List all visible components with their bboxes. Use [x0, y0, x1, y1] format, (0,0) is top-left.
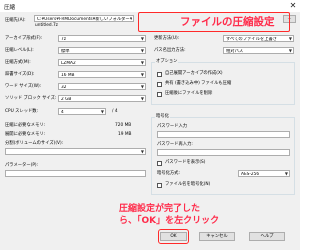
solid-label: ソリッド ブロック サイズ:	[5, 96, 57, 101]
format-value: 7z	[61, 36, 66, 42]
params-label: パラメーター(P):	[5, 163, 39, 168]
level-label: 圧縮レベル(L):	[5, 48, 34, 53]
chevron-down-icon: ▼	[100, 109, 104, 114]
enc-method-select[interactable]: AES-256 ▼	[238, 170, 290, 177]
chevron-down-icon: ▼	[140, 96, 144, 101]
show-password-label: パスワードを表示(S)	[165, 160, 206, 165]
mem-decompress-label: 展開に必要なメモリ:	[5, 132, 46, 137]
cancel-button[interactable]: キャンセル	[199, 232, 235, 241]
threads-max: / 4	[112, 109, 118, 114]
word-label: ワード サイズ(W):	[5, 84, 42, 89]
chevron-down-icon: ▼	[284, 171, 288, 176]
window-title: 圧縮	[4, 5, 16, 11]
annotation-note-line1: 圧縮設定が完了した	[119, 204, 201, 214]
password-confirm-input[interactable]	[157, 149, 290, 156]
password-label: パスワード入力	[157, 124, 188, 129]
close-icon[interactable]: ✕	[288, 1, 298, 11]
encryption-title: 暗号化	[155, 114, 170, 120]
sfx-checkbox[interactable]	[157, 72, 162, 77]
chevron-down-icon: ▼	[140, 149, 144, 154]
format-label: アーカイブ形式(F):	[5, 36, 43, 41]
split-select[interactable]: ▼	[5, 148, 146, 155]
pathmode-value: 相対パス	[226, 48, 244, 54]
archive-label: 圧縮先(A):	[5, 18, 26, 23]
ok-highlight	[158, 229, 189, 244]
password-confirm-label: パスワード再入力:	[157, 142, 193, 147]
chevron-down-icon: ▼	[288, 48, 292, 53]
dict-select[interactable]: 16 MB ▼	[58, 71, 146, 78]
shared-files-label: 共有 (書き込み中) ファイルも圧縮	[165, 81, 232, 86]
chevron-down-icon: ▼	[140, 36, 144, 41]
level-value: 標準	[61, 48, 70, 54]
threads-value: 4	[61, 109, 64, 115]
method-select[interactable]: LZMA2 ▼	[58, 59, 146, 66]
format-select[interactable]: 7z ▼	[58, 35, 146, 42]
archive-path-value: C:¥Users¥FRMDocuments¥新しいフォルダー¥	[37, 16, 133, 22]
chevron-down-icon: ▼	[288, 36, 292, 41]
pathmode-label: パス名出力方法:	[154, 48, 186, 53]
chevron-down-icon: ▼	[140, 48, 144, 53]
threads-label: CPU スレッド数:	[5, 109, 39, 114]
solid-select[interactable]: 2 GB ▼	[58, 95, 146, 102]
dict-label: 辞書サイズ(D):	[5, 72, 35, 77]
show-password-checkbox[interactable]	[157, 161, 162, 166]
mem-compress-value: 720 MB	[115, 123, 132, 128]
sfx-label: 自己展開アーカイブの作成(X)	[165, 71, 223, 76]
help-button[interactable]: ヘルプ	[249, 232, 285, 241]
chevron-down-icon: ▼	[140, 72, 144, 77]
level-select[interactable]: 標準 ▼	[58, 47, 146, 54]
delete-after-label: 圧縮後にファイルを削除	[165, 91, 213, 96]
word-value: 32	[61, 84, 67, 90]
mem-compress-label: 圧縮に必要なメモリ:	[5, 123, 46, 128]
annotation-note-line2: ら、「OK」を左クリック	[119, 216, 220, 226]
method-value: LZMA2	[61, 60, 76, 66]
word-select[interactable]: 32 ▼	[58, 83, 146, 90]
chevron-down-icon: ▼	[140, 84, 144, 89]
archive-filename: untitled.7z	[35, 23, 58, 28]
dict-value: 16 MB	[61, 72, 75, 78]
shared-files-checkbox[interactable]	[157, 82, 162, 87]
encrypt-names-checkbox[interactable]	[157, 183, 162, 188]
method-label: 圧縮方式(M):	[5, 60, 31, 65]
update-select[interactable]: すべてのファイルを上書き ▼	[223, 35, 294, 42]
delete-after-checkbox[interactable]	[157, 92, 162, 97]
update-value: すべてのファイルを上書き	[226, 36, 278, 42]
solid-value: 2 GB	[61, 96, 72, 102]
enc-method-value: AES-256	[241, 171, 260, 177]
pathmode-select[interactable]: 相対パス ▼	[223, 47, 294, 54]
update-label: 更新方法(U):	[154, 36, 180, 41]
encrypt-names-label: ファイル名を暗号化(N)	[165, 182, 211, 187]
enc-method-label: 暗号化方式:	[157, 171, 180, 176]
threads-select[interactable]: 4 ▼	[58, 108, 106, 115]
annotation-title: ファイルの圧縮設定	[180, 16, 275, 28]
params-input[interactable]	[5, 170, 146, 177]
mem-decompress-value: 19 MB	[118, 132, 132, 137]
chevron-down-icon: ▼	[140, 60, 144, 65]
password-input[interactable]	[157, 131, 290, 138]
split-label: 分割(ボリュームのサイズ)(V):	[5, 141, 64, 146]
options-title: オプション	[155, 59, 179, 65]
archive-path-combo[interactable]: C:¥Users¥FRMDocuments¥新しいフォルダー¥	[34, 15, 134, 22]
